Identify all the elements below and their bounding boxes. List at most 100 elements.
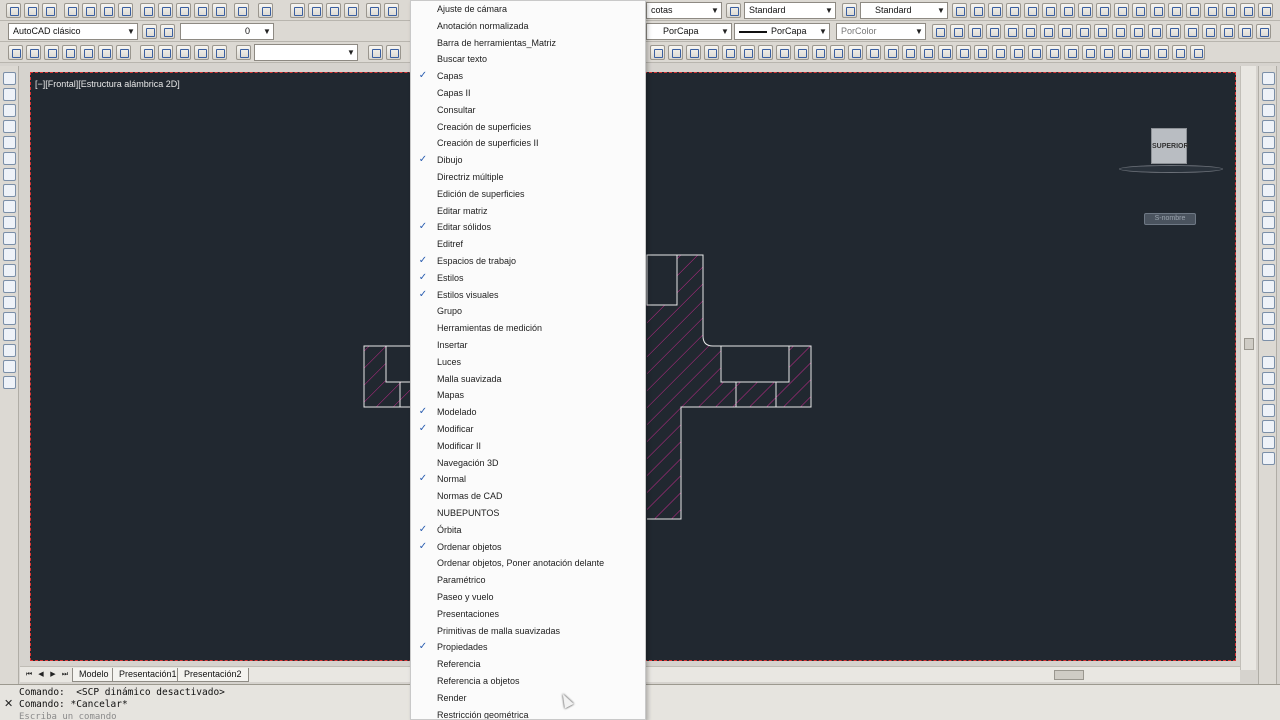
- last-tab-icon[interactable]: ⏭: [60, 669, 70, 680]
- tool-icon[interactable]: [1154, 45, 1169, 60]
- redo-icon[interactable]: [258, 3, 273, 18]
- tool-icon[interactable]: [1028, 45, 1043, 60]
- layer-tool-icon[interactable]: [1204, 3, 1219, 18]
- explode-icon[interactable]: [1262, 328, 1275, 341]
- tool-icon[interactable]: [1118, 45, 1133, 60]
- match-properties-icon[interactable]: [194, 3, 209, 18]
- erase-icon[interactable]: [1262, 72, 1275, 85]
- menu-item[interactable]: Malla suavizada: [411, 371, 645, 388]
- menu-item[interactable]: ✓ Ordenar objetos: [411, 539, 645, 556]
- tab-presentacion1[interactable]: Presentación1: [112, 668, 184, 682]
- layer-properties-icon[interactable]: [160, 24, 175, 39]
- tool-icon[interactable]: [956, 45, 971, 60]
- tool-icon[interactable]: [830, 45, 845, 60]
- offset-icon[interactable]: [1262, 120, 1275, 133]
- close-icon[interactable]: ✕: [4, 697, 13, 710]
- menu-item[interactable]: Capas II: [411, 85, 645, 102]
- menu-item[interactable]: ✓ Propiedades: [411, 639, 645, 656]
- extend-icon[interactable]: [1262, 232, 1275, 245]
- menu-item[interactable]: ✓ Órbita: [411, 522, 645, 539]
- layer-tool-icon[interactable]: [1258, 3, 1273, 18]
- trim-icon[interactable]: [1262, 216, 1275, 229]
- chamfer-icon[interactable]: [1262, 280, 1275, 293]
- tool-icon[interactable]: [44, 45, 59, 60]
- tab-presentacion2[interactable]: Presentación2: [177, 668, 249, 682]
- gradient-icon[interactable]: [3, 312, 16, 325]
- tool-icon[interactable]: [1172, 45, 1187, 60]
- menu-item[interactable]: ✓ Estilos: [411, 270, 645, 287]
- draworder-icon[interactable]: [1262, 436, 1275, 449]
- menu-item[interactable]: Ajuste de cámara: [411, 1, 645, 18]
- visual-style-icon[interactable]: [236, 45, 251, 60]
- tool-icon[interactable]: [1100, 45, 1115, 60]
- tool-icon[interactable]: [1046, 45, 1061, 60]
- tool-icon[interactable]: [1112, 24, 1127, 39]
- tool-icon[interactable]: [1184, 24, 1199, 39]
- menu-item[interactable]: ✓ Capas: [411, 68, 645, 85]
- table-style-select[interactable]: Standard ▼: [744, 2, 836, 19]
- first-tab-icon[interactable]: ⏮: [24, 669, 34, 680]
- draworder-icon[interactable]: [1262, 404, 1275, 417]
- menu-item[interactable]: Barra de herramientas_Matriz: [411, 35, 645, 52]
- menu-item[interactable]: Insertar: [411, 337, 645, 354]
- tool-icon[interactable]: [8, 45, 23, 60]
- tab-modelo[interactable]: Modelo: [72, 668, 116, 682]
- copy-icon[interactable]: [158, 3, 173, 18]
- move-icon[interactable]: [1262, 152, 1275, 165]
- menu-item[interactable]: ✓ Editar sólidos: [411, 219, 645, 236]
- lineweight-select[interactable]: PorColor ▼: [836, 23, 926, 40]
- linetype-select[interactable]: PorCapa ▼: [734, 23, 830, 40]
- line-icon[interactable]: [3, 72, 16, 85]
- menu-item[interactable]: Consultar: [411, 102, 645, 119]
- layer-tool-icon[interactable]: [1150, 3, 1165, 18]
- layer-select[interactable]: 0 ▼: [180, 23, 274, 40]
- tool-icon[interactable]: [1040, 24, 1055, 39]
- undo-icon[interactable]: [234, 3, 249, 18]
- menu-item[interactable]: Presentaciones: [411, 606, 645, 623]
- construction-line-icon[interactable]: [3, 88, 16, 101]
- tool-icon[interactable]: [1202, 24, 1217, 39]
- menu-item[interactable]: Normas de CAD: [411, 488, 645, 505]
- tool-icon[interactable]: [1076, 24, 1091, 39]
- rectangle-icon[interactable]: [3, 136, 16, 149]
- menu-item[interactable]: Edición de superficies: [411, 186, 645, 203]
- paste-icon[interactable]: [176, 3, 191, 18]
- menu-item[interactable]: Referencia a objetos: [411, 673, 645, 690]
- tool-icon[interactable]: [80, 45, 95, 60]
- table-style-icon[interactable]: [726, 3, 741, 18]
- 3d-publish-icon[interactable]: [118, 3, 133, 18]
- menu-item[interactable]: Anotación normalizada: [411, 18, 645, 35]
- tool-icon[interactable]: [950, 24, 965, 39]
- menu-item[interactable]: Ordenar objetos, Poner anotación delante: [411, 555, 645, 572]
- tool-icon[interactable]: [140, 45, 155, 60]
- tool-icon[interactable]: [26, 45, 41, 60]
- menu-item[interactable]: Editref: [411, 236, 645, 253]
- tool-icon[interactable]: [848, 45, 863, 60]
- make-block-icon[interactable]: [3, 264, 16, 277]
- menu-item[interactable]: Herramientas de medición: [411, 320, 645, 337]
- tool-icon[interactable]: [938, 45, 953, 60]
- tool-icon[interactable]: [1058, 24, 1073, 39]
- scale-icon[interactable]: [1262, 184, 1275, 197]
- open-icon[interactable]: [24, 3, 39, 18]
- spline-icon[interactable]: [3, 200, 16, 213]
- layer-tool-icon[interactable]: [1114, 3, 1129, 18]
- tool-icon[interactable]: [1148, 24, 1163, 39]
- tool-icon[interactable]: [116, 45, 131, 60]
- menu-item[interactable]: ✓ Modelado: [411, 404, 645, 421]
- add-selected-icon[interactable]: [3, 376, 16, 389]
- tool-icon[interactable]: [968, 24, 983, 39]
- tool-icon[interactable]: [812, 45, 827, 60]
- tool-icon[interactable]: [986, 24, 1001, 39]
- menu-item[interactable]: Render: [411, 690, 645, 707]
- tool-icon[interactable]: [1010, 45, 1025, 60]
- tool-icon[interactable]: [650, 45, 665, 60]
- revision-cloud-icon[interactable]: [3, 184, 16, 197]
- polyline-icon[interactable]: [3, 104, 16, 117]
- block-editor-icon[interactable]: [212, 3, 227, 18]
- menu-item[interactable]: NUBEPUNTOS: [411, 505, 645, 522]
- visual-style-select[interactable]: ▼: [254, 44, 358, 61]
- layer-tool-icon[interactable]: [952, 3, 967, 18]
- copy-object-icon[interactable]: [1262, 88, 1275, 101]
- tool-icon[interactable]: [1130, 24, 1145, 39]
